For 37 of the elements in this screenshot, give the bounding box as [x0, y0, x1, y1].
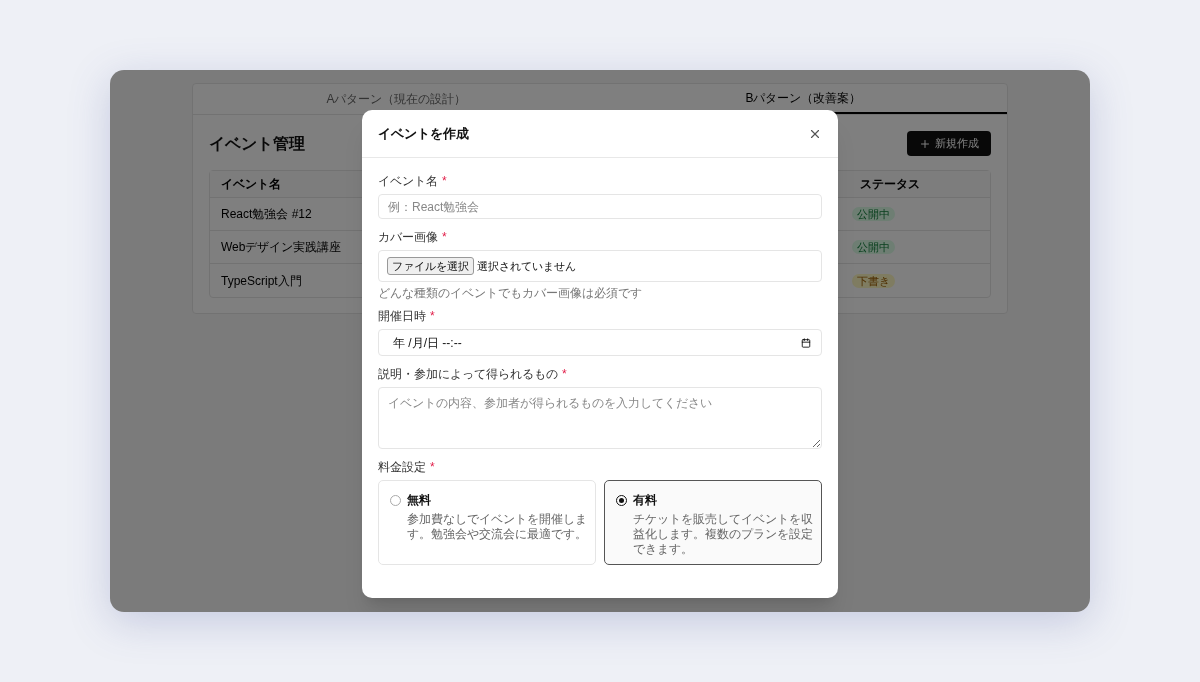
calendar-icon[interactable] [801, 337, 811, 348]
help-text: どんな種類のイベントでもカバー画像は必須です [378, 286, 643, 300]
field-label: イベント名 [378, 175, 438, 188]
field-label: 説明・参加によって得られるもの [378, 368, 558, 381]
pricing-option[interactable]: 無料 参加費なしでイベントを開催します。勉強会や交流会に最適です。 [378, 480, 596, 565]
table-cell-text: React勉強会 #12 [221, 206, 312, 223]
file-status: 選択されていません [477, 258, 576, 274]
option-description: チケットを販売してイベントを収益化します。複数のプランを設定できます。 [632, 512, 814, 557]
page-title: イベント管理 [209, 133, 305, 154]
event-name-field[interactable]: 例：React勉強会 [378, 194, 822, 219]
status-badge: 下書き [852, 273, 895, 288]
required-mark: * [562, 368, 567, 381]
date-field[interactable]: 年 /月/日 --:-- [378, 329, 822, 356]
description-field[interactable]: イベントの内容、参加者が得られるものを入力してください [378, 387, 822, 449]
table-cell-text: Webデザイン実践講座 [221, 239, 342, 256]
option-description: 参加費なしでイベントを開催します。勉強会や交流会に最適です。 [406, 512, 588, 542]
option-title: 有料 [633, 492, 657, 509]
field-label: 開催日時 [378, 310, 426, 323]
choose-file-button[interactable]: ファイルを選択 [387, 257, 474, 275]
pricing-option[interactable]: 有料 チケットを販売してイベントを収益化します。複数のプランを設定できます。 [604, 480, 822, 565]
required-mark: * [430, 461, 435, 474]
required-mark: * [430, 310, 435, 323]
field-label: カバー画像 [378, 231, 438, 244]
table-cell-text: TypeScript入門 [221, 272, 302, 290]
column-header: ステータス [860, 176, 921, 193]
status-badge: 公開中 [852, 207, 895, 221]
dialog-title: イベントを作成 [378, 124, 469, 143]
option-title: 無料 [407, 492, 431, 509]
new-button[interactable]: 新規作成 [907, 131, 991, 156]
required-mark: * [442, 175, 447, 188]
status-badge: 公開中 [852, 240, 895, 254]
date-value: 年 /月/日 --:-- [393, 334, 462, 352]
field-label: 料金設定 [378, 461, 426, 474]
column-header: イベント名 [221, 176, 281, 193]
plus-icon [919, 137, 931, 150]
required-mark: * [442, 231, 447, 244]
file-field[interactable]: ファイルを選択 選択されていません [378, 250, 822, 282]
